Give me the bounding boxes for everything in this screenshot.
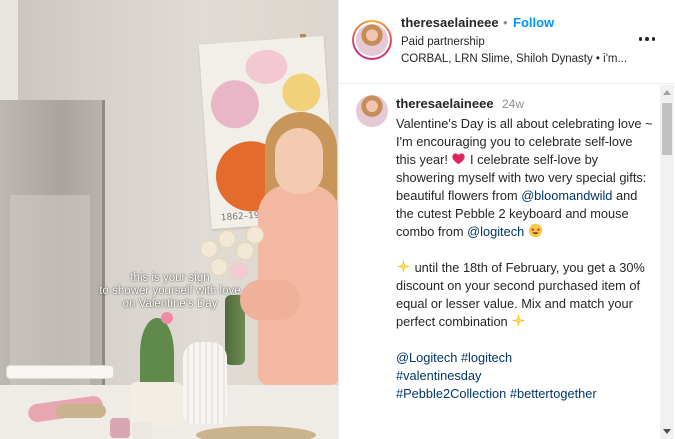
- more-options-icon[interactable]: [637, 29, 657, 49]
- scroll-up-arrow-icon[interactable]: [663, 90, 671, 95]
- caption-text: Valentine's Day is all about celebrating…: [396, 115, 654, 403]
- post-header: theresaelaineee • Follow Paid partnershi…: [339, 0, 675, 84]
- separator-dot: •: [503, 15, 508, 30]
- post-side-panel: theresaelaineee • Follow Paid partnershi…: [338, 0, 675, 439]
- candle-cup: [132, 422, 152, 439]
- white-vase: [183, 342, 227, 424]
- video-text-overlay: this is your sign to shower yourself wit…: [60, 272, 280, 311]
- post-video[interactable]: 1862–1944 HI this is your sign to shower…: [0, 0, 338, 439]
- post-timestamp[interactable]: 24w: [502, 97, 524, 111]
- overlay-line: this is your sign: [130, 272, 210, 284]
- sparkle-emoji: [512, 313, 526, 328]
- overlay-line: to shower yourself with love: [99, 285, 241, 297]
- mirror: [0, 100, 105, 400]
- caption-scrollbar[interactable]: [660, 85, 674, 439]
- woven-mat: [196, 426, 316, 439]
- person-face: [275, 128, 323, 194]
- plant-pot: [130, 382, 182, 427]
- sparkle-emoji: [396, 259, 411, 274]
- cactus-flower: [161, 312, 173, 324]
- hashtag-valentinesday[interactable]: #valentinesday: [396, 368, 481, 383]
- hashtag-pebble2collection[interactable]: #Pebble2Collection: [396, 386, 506, 401]
- heart-emoji: [452, 153, 466, 165]
- caption-section: theresaelaineee 24w Valentine's Day is a…: [339, 85, 675, 439]
- mention-logitech-tag[interactable]: @Logitech: [396, 350, 457, 365]
- chair: [6, 365, 114, 379]
- keyboard-tray: [56, 404, 106, 418]
- hashtag-logitech[interactable]: #logitech: [461, 350, 512, 365]
- scrollbar-thumb[interactable]: [662, 103, 672, 155]
- cactus-plant: [140, 318, 174, 388]
- author-username[interactable]: theresaelaineee: [401, 15, 499, 30]
- caption-author-avatar[interactable]: [356, 95, 388, 127]
- scroll-down-arrow-icon[interactable]: [663, 429, 671, 434]
- mention-bloomandwild[interactable]: @bloomandwild: [521, 188, 612, 203]
- follow-button[interactable]: Follow: [513, 15, 554, 30]
- caption-username[interactable]: theresaelaineee: [396, 96, 494, 111]
- overlay-line: on Valentine's Day: [122, 298, 218, 310]
- candle-cup: [110, 418, 130, 438]
- hashtag-bettertogether[interactable]: #bettertogether: [510, 386, 597, 401]
- author-avatar[interactable]: [352, 20, 392, 60]
- star-struck-emoji: [528, 223, 543, 238]
- paid-partnership-label[interactable]: Paid partnership: [401, 36, 485, 48]
- audio-collaborators[interactable]: CORBAL, LRN Slime, Shiloh Dynasty • i'm.…: [401, 53, 631, 65]
- mention-logitech[interactable]: @logitech: [467, 224, 524, 239]
